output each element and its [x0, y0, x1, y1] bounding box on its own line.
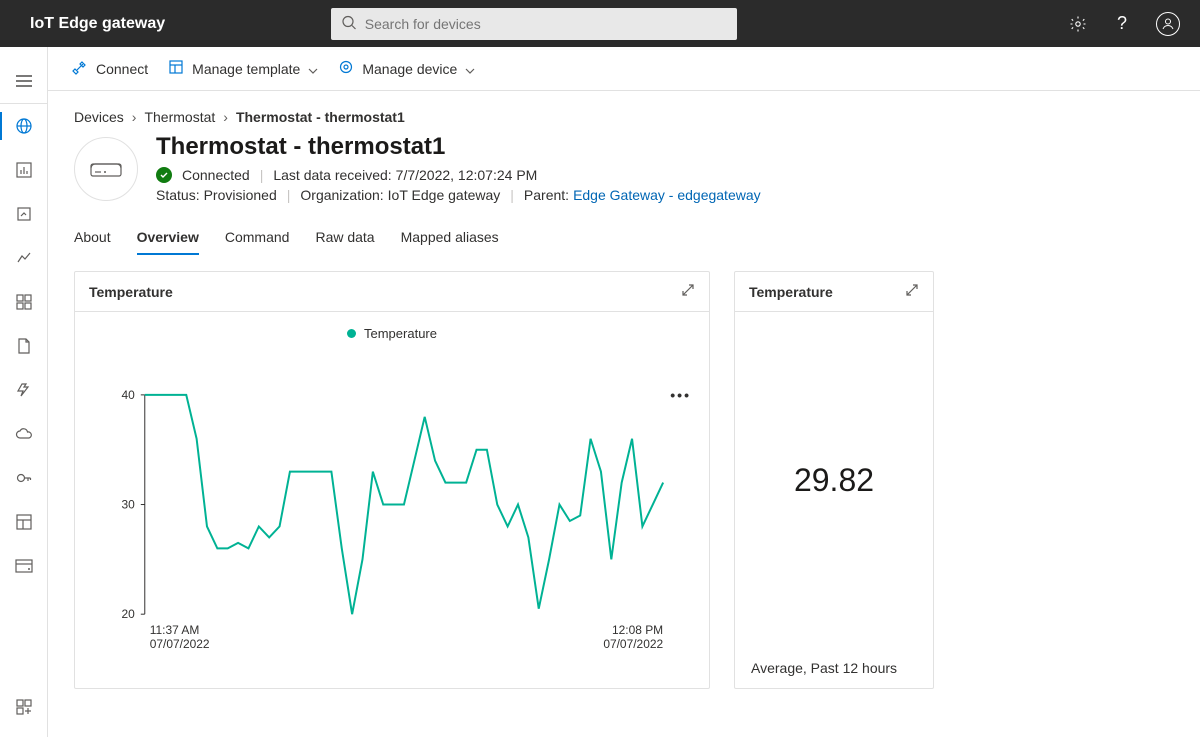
ytick-30: 30	[122, 498, 136, 512]
x-end-date: 07/07/2022	[603, 637, 663, 651]
chevron-down-icon	[465, 61, 475, 77]
nav-item-jobs[interactable]	[0, 368, 48, 412]
more-options-icon[interactable]: •••	[670, 387, 691, 403]
chart-body: ••• 40 30 20	[75, 341, 709, 688]
nav-item-analytics[interactable]	[0, 148, 48, 192]
tab-strip: About Overview Command Raw data Mapped a…	[74, 223, 1176, 255]
kpi-value: 29.82	[735, 312, 933, 648]
nav-item-dashboard[interactable]	[0, 280, 48, 324]
chevron-down-icon	[308, 61, 318, 77]
kpi-footer: Average, Past 12 hours	[735, 648, 933, 688]
gear-icon	[338, 59, 354, 78]
org-label: Organization:	[300, 187, 383, 203]
breadcrumb-root[interactable]: Devices	[74, 109, 124, 125]
chart-card-title: Temperature	[89, 284, 173, 300]
breadcrumb-level1[interactable]: Thermostat	[144, 109, 215, 125]
x-start-time: 11:37 AM	[150, 623, 200, 637]
nav-item-device-groups[interactable]	[0, 192, 48, 236]
separator: |	[287, 187, 291, 203]
search-box[interactable]	[331, 8, 737, 40]
device-icon	[74, 137, 138, 201]
template-icon	[168, 59, 184, 78]
breadcrumb: Devices › Thermostat › Thermostat - ther…	[74, 109, 1176, 125]
status-connected-icon	[156, 167, 172, 183]
nav-item-data-explorer[interactable]	[0, 236, 48, 280]
manage-template-label: Manage template	[192, 61, 300, 77]
tab-command[interactable]: Command	[225, 223, 290, 255]
expand-icon[interactable]	[681, 283, 695, 300]
help-icon[interactable]: ?	[1112, 14, 1132, 34]
nav-item-devices[interactable]	[0, 104, 48, 148]
parent-label: Parent:	[524, 187, 569, 203]
manage-device-label: Manage device	[362, 61, 457, 77]
last-data-label: Last data received:	[273, 167, 391, 183]
manage-device-button[interactable]: Manage device	[338, 59, 475, 78]
nav-item-templates[interactable]	[0, 500, 48, 544]
top-bar: IoT Edge gateway ?	[0, 0, 1200, 47]
separator: |	[260, 167, 264, 183]
nav-item-security[interactable]	[0, 456, 48, 500]
last-data-value: 7/7/2022, 12:07:24 PM	[396, 167, 538, 183]
nav-collapse-button[interactable]	[0, 59, 48, 103]
ytick-40: 40	[122, 388, 136, 402]
gear-icon[interactable]	[1068, 14, 1088, 34]
temperature-chart-card: Temperature Temperature •••	[74, 271, 710, 689]
connect-label: Connect	[96, 61, 148, 77]
temperature-kpi-card: Temperature 29.82 Average, Past 12 hours	[734, 271, 934, 689]
app-title: IoT Edge gateway	[30, 15, 165, 33]
nav-item-data-table[interactable]	[0, 544, 48, 588]
command-bar: Connect Manage template Manage device	[48, 47, 1200, 91]
org-value: IoT Edge gateway	[388, 187, 501, 203]
tab-mapped-aliases[interactable]: Mapped aliases	[401, 223, 499, 255]
legend-label: Temperature	[364, 326, 437, 341]
nav-item-files[interactable]	[0, 324, 48, 368]
nav-item-apps[interactable]	[0, 685, 48, 729]
status-value: Provisioned	[204, 187, 277, 203]
x-end-time: 12:08 PM	[612, 623, 663, 637]
chevron-right-icon: ›	[132, 109, 137, 125]
left-nav-rail	[0, 47, 48, 737]
page-title: Thermostat - thermostat1	[156, 133, 761, 161]
nav-item-cloud[interactable]	[0, 412, 48, 456]
chart-legend: Temperature	[75, 312, 709, 341]
breadcrumb-current: Thermostat - thermostat1	[236, 109, 405, 125]
chevron-right-icon: ›	[223, 109, 228, 125]
top-right-icons: ?	[1068, 12, 1180, 36]
ytick-20: 20	[122, 607, 136, 621]
status-label: Status:	[156, 187, 200, 203]
tab-overview[interactable]: Overview	[137, 223, 199, 255]
parent-link[interactable]: Edge Gateway - edgegateway	[573, 187, 761, 203]
legend-dot-icon	[347, 329, 356, 338]
tab-about[interactable]: About	[74, 223, 111, 255]
connect-button[interactable]: Connect	[72, 59, 148, 78]
search-icon	[341, 14, 357, 33]
device-header: Thermostat - thermostat1 Connected | Las…	[74, 133, 1176, 203]
separator: |	[510, 187, 514, 203]
expand-icon[interactable]	[905, 283, 919, 300]
temperature-line-chart: 40 30 20 11:37 AM 07/07/2022 12:08 PM 07…	[75, 341, 709, 688]
tab-raw-data[interactable]: Raw data	[315, 223, 374, 255]
user-avatar[interactable]	[1156, 12, 1180, 36]
x-start-date: 07/07/2022	[150, 637, 210, 651]
connect-icon	[72, 59, 88, 78]
connected-label: Connected	[182, 167, 250, 183]
search-input[interactable]	[331, 8, 737, 40]
manage-template-button[interactable]: Manage template	[168, 59, 318, 78]
kpi-card-title: Temperature	[749, 284, 833, 300]
